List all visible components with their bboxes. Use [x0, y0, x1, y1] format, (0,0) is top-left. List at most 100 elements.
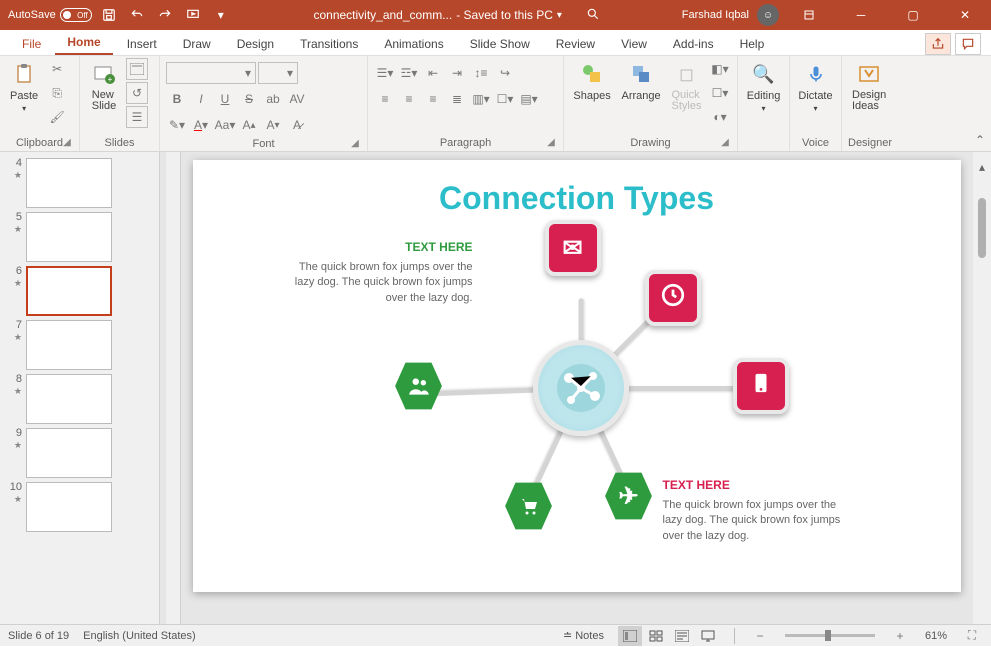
tab-slideshow[interactable]: Slide Show [458, 33, 542, 55]
copy-icon[interactable]: ⎘ [46, 82, 68, 104]
tab-review[interactable]: Review [544, 33, 607, 55]
section-icon[interactable]: ☰ [126, 106, 148, 128]
share-button[interactable] [925, 33, 951, 55]
paragraph-launcher-icon[interactable]: ◢ [545, 137, 557, 149]
thumbnail-8[interactable]: 8★ [0, 372, 159, 426]
undo-icon[interactable] [126, 4, 148, 26]
dictate-button[interactable]: Dictate▾ [796, 58, 835, 115]
tab-home[interactable]: Home [55, 31, 112, 55]
drawing-launcher-icon[interactable]: ◢ [719, 137, 731, 149]
zoom-slider[interactable] [785, 634, 875, 637]
tab-view[interactable]: View [609, 33, 659, 55]
font-launcher-icon[interactable]: ◢ [349, 138, 361, 150]
node-clock[interactable] [645, 270, 701, 326]
tab-insert[interactable]: Insert [115, 33, 169, 55]
clear-formatting-icon[interactable]: A̷ [286, 114, 308, 136]
columns-icon[interactable]: ▥▾ [470, 88, 492, 110]
ribbon-display-icon[interactable] [787, 0, 831, 30]
node-plane[interactable]: ✈ [603, 470, 655, 522]
numbering-icon[interactable]: ☲▾ [398, 62, 420, 84]
quick-styles-button[interactable]: ◻Quick Styles [668, 58, 705, 114]
thumbnail-5[interactable]: 5★ [0, 210, 159, 264]
highlight-icon[interactable]: ✎▾ [166, 114, 188, 136]
thumbnail-4[interactable]: 4★ [0, 156, 159, 210]
character-spacing-icon[interactable]: AV [286, 88, 308, 110]
arrange-button[interactable]: Arrange [618, 58, 664, 104]
zoom-in-button[interactable]: + [889, 625, 911, 647]
right-text-block[interactable]: TEXT HERE The quick brown fox jumps over… [663, 478, 843, 544]
maximize-button[interactable]: ▢ [891, 0, 935, 30]
node-people[interactable] [393, 360, 445, 412]
decrease-font-icon[interactable]: A▾ [262, 114, 284, 136]
comments-button[interactable] [955, 33, 981, 55]
font-family-select[interactable]: ▾ [166, 62, 256, 84]
normal-view-icon[interactable] [618, 626, 642, 646]
bold-button[interactable]: B [166, 88, 188, 110]
thumbnail-10[interactable]: 10★ [0, 480, 159, 534]
design-ideas-button[interactable]: Design Ideas [848, 58, 890, 114]
minimize-button[interactable]: ─ [839, 0, 883, 30]
shape-outline-icon[interactable]: ☐▾ [709, 82, 731, 104]
new-slide-button[interactable]: + New Slide [86, 58, 122, 114]
shape-effects-icon[interactable]: ◐▾ [709, 106, 731, 128]
editing-button[interactable]: 🔍Editing▾ [744, 58, 783, 115]
tab-addins[interactable]: Add-ins [661, 33, 726, 55]
align-right-icon[interactable]: ≡ [422, 88, 444, 110]
cut-icon[interactable]: ✂ [46, 58, 68, 80]
tab-design[interactable]: Design [225, 33, 286, 55]
collapse-ribbon-icon[interactable]: ⌃ [975, 133, 985, 147]
redo-icon[interactable] [154, 4, 176, 26]
thumbnail-6[interactable]: 6★ [0, 264, 159, 318]
qat-dropdown-icon[interactable]: ▾ [210, 4, 232, 26]
language-status[interactable]: English (United States) [83, 630, 196, 642]
reading-view-icon[interactable] [670, 626, 694, 646]
increase-font-icon[interactable]: A▴ [238, 114, 260, 136]
title-dropdown-icon[interactable]: ▾ [557, 10, 562, 21]
slide-canvas-area[interactable]: Connection Types TEXT HERE The quick bro… [160, 152, 973, 624]
shadow-button[interactable]: ab [262, 88, 284, 110]
node-phone[interactable] [733, 358, 789, 414]
node-cart[interactable] [503, 480, 555, 532]
present-from-start-icon[interactable] [182, 4, 204, 26]
slide-title[interactable]: Connection Types [193, 180, 961, 217]
scroll-up-icon[interactable]: ▴ [971, 156, 991, 178]
tab-file[interactable]: File [10, 33, 53, 55]
fit-to-window-icon[interactable]: ⛶ [961, 625, 983, 647]
user-name-label[interactable]: Farshad Iqbal [682, 9, 749, 21]
close-button[interactable]: ✕ [943, 0, 987, 30]
italic-button[interactable]: I [190, 88, 212, 110]
paste-button[interactable]: Paste▾ [6, 58, 42, 115]
shapes-button[interactable]: Shapes [570, 58, 614, 104]
slide[interactable]: Connection Types TEXT HERE The quick bro… [193, 160, 961, 592]
increase-indent-icon[interactable]: ⇥ [446, 62, 468, 84]
layout-icon[interactable] [126, 58, 148, 80]
sorter-view-icon[interactable] [644, 626, 668, 646]
zoom-level[interactable]: 61% [925, 630, 947, 642]
bullets-icon[interactable]: ☰▾ [374, 62, 396, 84]
scroll-thumb[interactable] [978, 198, 986, 258]
autosave-toggle[interactable]: AutoSave Off [8, 8, 92, 22]
central-hub[interactable] [533, 340, 629, 436]
format-painter-icon[interactable]: 🖌 [46, 106, 68, 128]
zoom-out-button[interactable]: − [749, 625, 771, 647]
justify-icon[interactable]: ≣ [446, 88, 468, 110]
smartart-icon[interactable]: ▤▾ [518, 88, 540, 110]
reset-icon[interactable]: ↺ [126, 82, 148, 104]
underline-button[interactable]: U [214, 88, 236, 110]
node-email[interactable]: ✉ [545, 220, 601, 276]
change-case-icon[interactable]: Aa▾ [214, 114, 236, 136]
align-text-icon[interactable]: ☐▾ [494, 88, 516, 110]
autosave-pill[interactable]: Off [60, 8, 92, 22]
slide-thumbnail-panel[interactable]: 4★ 5★ 6★ 7★ 8★ 9★ 10★ [0, 152, 160, 624]
decrease-indent-icon[interactable]: ⇤ [422, 62, 444, 84]
vertical-scrollbar[interactable]: ▴ [973, 152, 991, 624]
notes-button[interactable]: ≐ Notes [563, 629, 604, 642]
thumbnail-9[interactable]: 9★ [0, 426, 159, 480]
thumbnail-7[interactable]: 7★ [0, 318, 159, 372]
user-avatar[interactable]: ☺ [757, 4, 779, 26]
font-size-select[interactable]: ▾ [258, 62, 298, 84]
font-color-icon[interactable]: A▾ [190, 114, 212, 136]
search-icon[interactable] [586, 7, 600, 24]
slideshow-view-icon[interactable] [696, 626, 720, 646]
left-text-block[interactable]: TEXT HERE The quick brown fox jumps over… [293, 240, 473, 306]
